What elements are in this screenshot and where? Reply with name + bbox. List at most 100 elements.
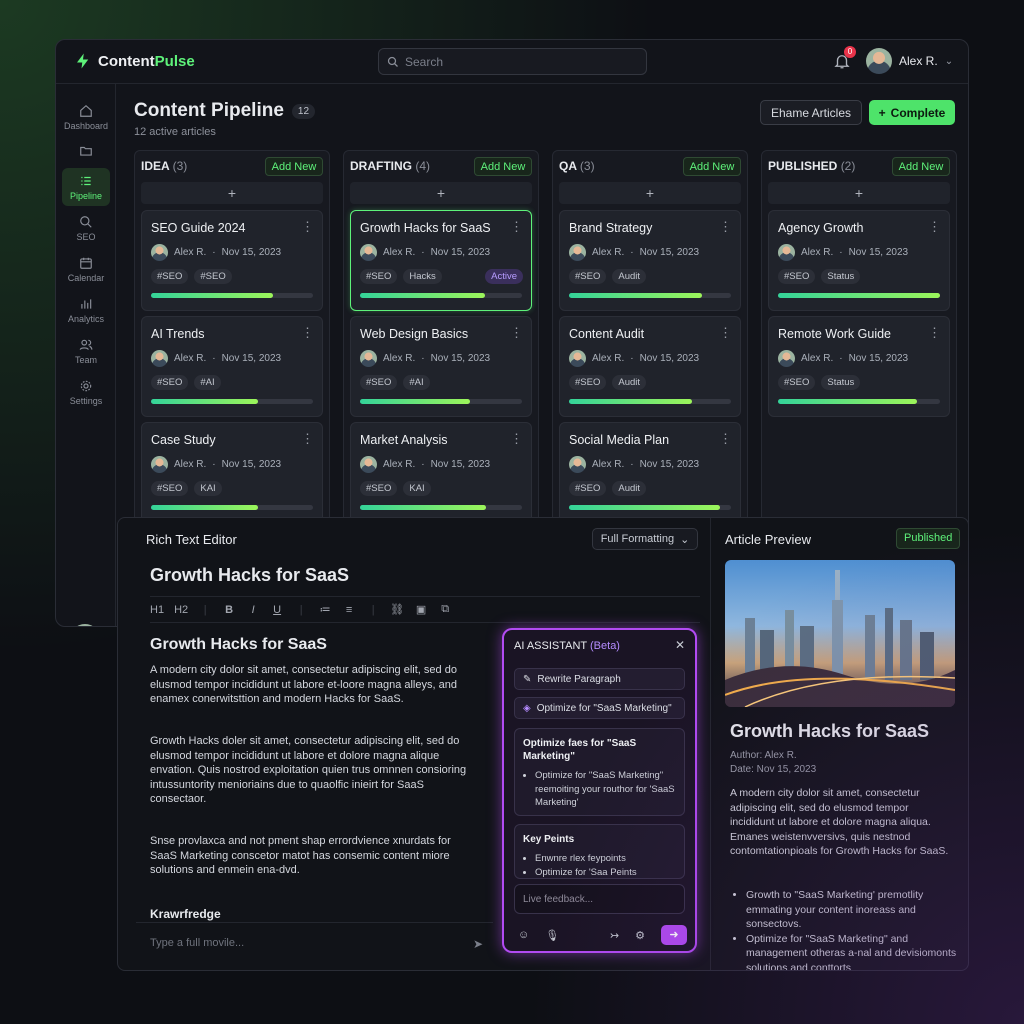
rewrite-paragraph-button[interactable]: ✎ Rewrite Paragraph <box>514 668 685 690</box>
tag[interactable]: #SEO <box>569 481 607 496</box>
tag[interactable]: #SEO <box>360 375 398 390</box>
sidebar-item-calendar[interactable]: Calendar <box>62 250 110 288</box>
format-select[interactable]: Full Formatting ⌄ <box>592 528 698 550</box>
gear-icon[interactable]: ⚙ <box>635 929 645 942</box>
add-new-button[interactable]: Add New <box>683 157 741 176</box>
h1-button[interactable]: H1 <box>150 604 164 616</box>
article-card[interactable]: Brand Strategy ⋮ Alex R. · Nov 15, 2023 #SEO A… <box>559 210 741 311</box>
compose-input[interactable]: Type a full movile... ➤ <box>136 922 493 962</box>
body-paragraph[interactable]: A modern city dolor sit amet, consectetu… <box>150 663 480 707</box>
more-options-icon[interactable]: ⋮ <box>301 431 314 447</box>
sidebar-item-folder[interactable] <box>62 136 110 166</box>
underline-button[interactable]: U <box>270 604 284 616</box>
tag[interactable]: #AI <box>403 375 430 390</box>
shortcut-icon[interactable]: ↣ <box>610 929 619 942</box>
key-points-card[interactable]: Key Peints Enwnre rlex feypointsOptimize… <box>514 824 685 879</box>
add-new-button[interactable]: Add New <box>265 157 323 176</box>
body-paragraph[interactable]: Growth Hacks doler sit amet, consectetur… <box>150 734 480 807</box>
add-card-button[interactable]: + <box>350 182 532 204</box>
sidebar-item-dashboard[interactable]: Dashboard <box>62 98 110 136</box>
add-card-button[interactable]: + <box>768 182 950 204</box>
more-options-icon[interactable]: ⋮ <box>719 431 732 447</box>
tag[interactable]: #AI <box>194 375 221 390</box>
tag[interactable]: Status <box>821 375 861 390</box>
tag[interactable]: Audit <box>612 481 647 496</box>
tag[interactable]: KAI <box>403 481 431 496</box>
tag[interactable]: #SEO <box>569 269 607 284</box>
sidebar-avatar[interactable] <box>70 624 100 626</box>
complete-button[interactable]: + Complete <box>869 100 955 125</box>
more-options-icon[interactable]: ⋮ <box>719 219 732 235</box>
more-options-icon[interactable]: ⋮ <box>510 431 523 447</box>
user-menu[interactable]: Alex R. ⌄ <box>866 48 953 74</box>
ai-send-button[interactable]: ➜ <box>661 925 687 945</box>
close-icon[interactable]: ✕ <box>675 638 685 652</box>
search-input[interactable]: Search <box>378 48 647 75</box>
tag[interactable]: KAI <box>194 481 222 496</box>
tag[interactable]: #SEO <box>569 375 607 390</box>
article-card[interactable]: Social Media Plan ⋮ Alex R. · Nov 15, 2023 #S… <box>559 422 741 523</box>
ai-title-text: AI ASSISTANT <box>514 640 587 652</box>
tag[interactable]: #SEO <box>151 375 189 390</box>
microphone-icon[interactable]: 🎙 <box>545 929 559 942</box>
meta-separator: · <box>630 247 634 258</box>
tag[interactable]: Status <box>821 269 861 284</box>
article-count: 12 <box>291 103 316 119</box>
article-card[interactable]: Content Audit ⋮ Alex R. · Nov 15, 2023 #SEO Au… <box>559 316 741 417</box>
emoji-icon[interactable]: ☺ <box>518 929 529 941</box>
body-subheading[interactable]: Krawrfredge <box>150 907 221 921</box>
tag[interactable]: Hacks <box>403 269 442 284</box>
tag[interactable]: #SEO <box>360 269 398 284</box>
bullet-list-icon[interactable]: ≔ <box>318 603 332 616</box>
rename-articles-button[interactable]: Ehame Articles <box>760 100 862 125</box>
article-card[interactable]: AI Trends ⋮ Alex R. · Nov 15, 2023 #SEO #AI <box>141 316 323 417</box>
more-options-icon[interactable]: ⋮ <box>301 219 314 235</box>
article-card[interactable]: Market Analysis ⋮ Alex R. · Nov 15, 2023 #SEO… <box>350 422 532 523</box>
body-paragraph[interactable]: Snse provlaxca and not pment shap errord… <box>150 834 480 878</box>
tag[interactable]: #SEO <box>360 481 398 496</box>
tag[interactable]: #SEO <box>151 481 189 496</box>
numbered-list-icon[interactable]: ≡ <box>342 604 356 616</box>
article-card[interactable]: Case Study ⋮ Alex R. · Nov 15, 2023 #SEO KAI <box>141 422 323 523</box>
article-card[interactable]: Remote Work Guide ⋮ Alex R. · Nov 15, 2023 #S… <box>768 316 950 417</box>
add-new-button[interactable]: Add New <box>892 157 950 176</box>
document-title[interactable]: Growth Hacks for SaaS <box>150 565 349 586</box>
copy-icon[interactable]: ⧉ <box>438 603 452 616</box>
article-card[interactable]: Agency Growth ⋮ Alex R. · Nov 15, 2023 #SEO St… <box>768 210 950 311</box>
add-card-button[interactable]: + <box>559 182 741 204</box>
add-card-button[interactable]: + <box>141 182 323 204</box>
more-options-icon[interactable]: ⋮ <box>719 325 732 341</box>
logo[interactable]: ContentPulse <box>74 52 195 70</box>
sidebar-item-settings[interactable]: Settings <box>62 373 110 411</box>
link-icon[interactable]: ⛓ <box>390 603 404 616</box>
image-icon[interactable]: ▣ <box>414 603 428 616</box>
optimize-button[interactable]: ◈ Optimize for "SaaS Marketing" <box>514 697 685 719</box>
tag[interactable]: Audit <box>612 269 647 284</box>
article-card[interactable]: Growth Hacks for SaaS ⋮ Alex R. · Nov 15, 20… <box>350 210 532 311</box>
bold-button[interactable]: B <box>222 604 236 616</box>
more-options-icon[interactable]: ⋮ <box>510 219 523 235</box>
sidebar-item-pipeline[interactable]: Pipeline <box>62 168 110 206</box>
more-options-icon[interactable]: ⋮ <box>301 325 314 341</box>
sidebar-item-seo[interactable]: SEO <box>62 209 110 247</box>
avatar <box>151 456 168 473</box>
suggestion-card[interactable]: Optimize faes for "SaaS Marketing" Optim… <box>514 728 685 816</box>
article-card[interactable]: Web Design Basics ⋮ Alex R. · Nov 15, 2023 #S… <box>350 316 532 417</box>
sidebar-item-analytics[interactable]: Analytics <box>62 291 110 329</box>
tag[interactable]: #SEO <box>194 269 232 284</box>
body-heading[interactable]: Growth Hacks for SaaS <box>150 636 327 654</box>
feedback-input[interactable]: Live feedback... <box>514 884 685 914</box>
send-icon[interactable]: ➤ <box>473 937 483 951</box>
italic-button[interactable]: I <box>246 604 260 616</box>
tag[interactable]: #SEO <box>778 269 816 284</box>
article-card[interactable]: SEO Guide 2024 ⋮ Alex R. · Nov 15, 2023 #SEO #… <box>141 210 323 311</box>
more-options-icon[interactable]: ⋮ <box>510 325 523 341</box>
tag[interactable]: #SEO <box>778 375 816 390</box>
sidebar-item-team[interactable]: Team <box>62 332 110 370</box>
h2-button[interactable]: H2 <box>174 604 188 616</box>
more-options-icon[interactable]: ⋮ <box>928 219 941 235</box>
tag[interactable]: Audit <box>612 375 647 390</box>
more-options-icon[interactable]: ⋮ <box>928 325 941 341</box>
tag[interactable]: #SEO <box>151 269 189 284</box>
add-new-button[interactable]: Add New <box>474 157 532 176</box>
